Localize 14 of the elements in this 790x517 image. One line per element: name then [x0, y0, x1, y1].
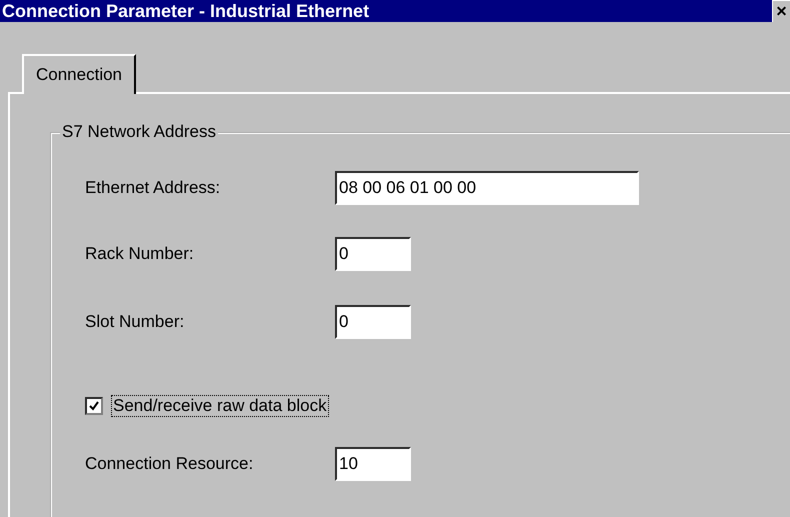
input-field[interactable]: 10: [335, 447, 411, 481]
window-title: Connection Parameter - Industrial Ethernet: [2, 0, 370, 22]
input-field[interactable]: 0: [335, 305, 411, 339]
input-field[interactable]: 0: [335, 237, 411, 271]
field-label: Slot Number:: [85, 312, 186, 332]
field-label: Ethernet Address:: [85, 178, 222, 198]
field-label: Rack Number:: [85, 244, 195, 264]
close-button[interactable]: ×: [772, 0, 790, 22]
checkbox-label[interactable]: Send/receive raw data block: [111, 395, 329, 417]
input-field[interactable]: 08 00 06 01 00 00: [335, 171, 639, 205]
tab[interactable]: Connection: [22, 54, 136, 94]
check-icon: [89, 401, 99, 411]
checkbox[interactable]: [85, 397, 103, 415]
field-label: Connection Resource:: [85, 454, 254, 474]
